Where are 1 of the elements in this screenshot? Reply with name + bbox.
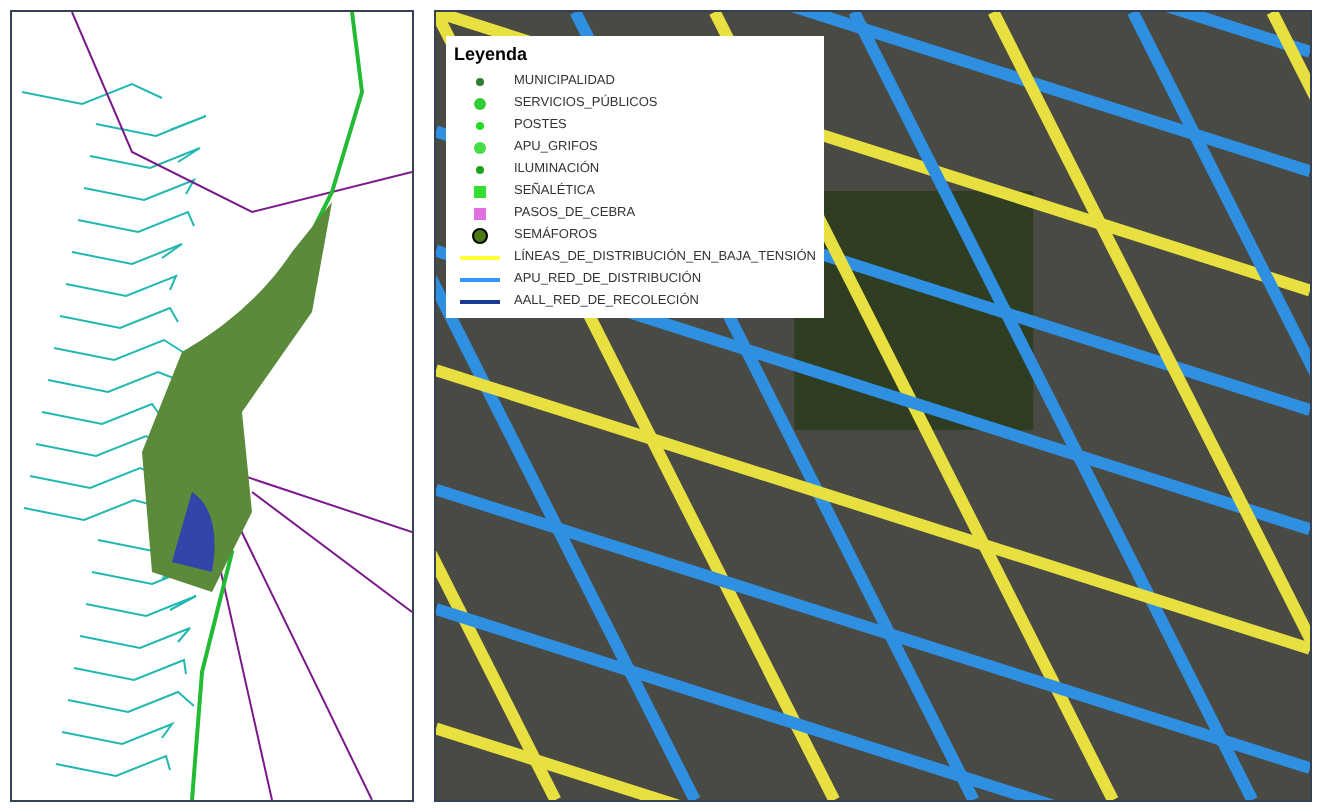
legend-title: Leyenda — [454, 42, 530, 68]
